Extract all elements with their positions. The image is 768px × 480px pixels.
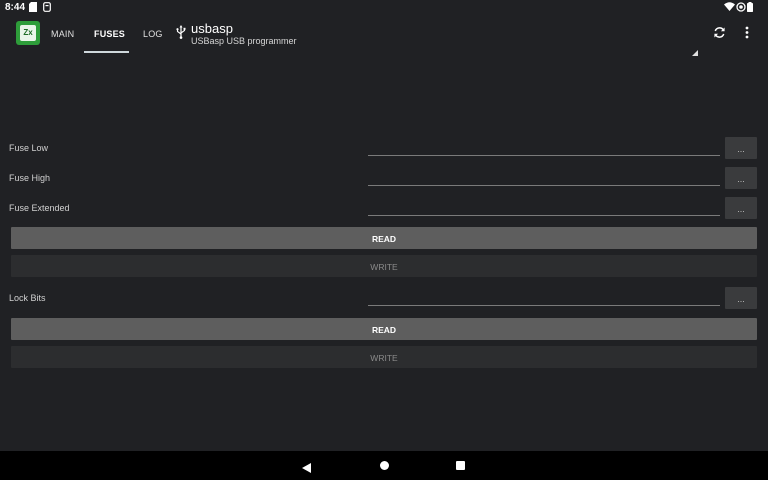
tab-indicator <box>84 51 129 53</box>
battery-icon <box>747 2 753 15</box>
lock-write-button[interactable]: WRITE <box>11 346 757 368</box>
brightness-icon <box>736 2 746 15</box>
spinner-arrow-icon[interactable] <box>692 43 698 61</box>
wifi-icon <box>724 2 735 14</box>
fuse-extended-picker-button[interactable]: ... <box>725 197 757 219</box>
lock-bits-label: Lock Bits <box>9 293 46 303</box>
tab-log[interactable]: LOG <box>143 15 163 53</box>
home-icon[interactable] <box>380 461 389 470</box>
device-description: USBasp USB programmer <box>191 36 297 46</box>
fuse-low-field[interactable] <box>368 135 720 156</box>
fuse-high-field[interactable] <box>368 165 720 186</box>
toolbar: Zx MAIN FUSES LOG usbasp USBasp USB prog… <box>0 15 768 56</box>
back-icon[interactable] <box>302 460 311 478</box>
usb-icon <box>176 25 186 44</box>
sd-card-icon <box>43 2 51 15</box>
fuses-write-button[interactable]: WRITE <box>11 255 757 277</box>
status-time: 8:44 <box>5 2 26 13</box>
app-logo-text: Zx <box>20 25 36 41</box>
fuse-extended-label: Fuse Extended <box>9 203 70 213</box>
lock-read-button[interactable]: READ <box>11 318 757 340</box>
tab-fuses[interactable]: FUSES <box>94 15 125 53</box>
fuse-extended-field[interactable] <box>368 195 720 216</box>
lock-bits-field[interactable] <box>368 285 720 306</box>
device-name: usbasp <box>191 21 233 36</box>
lock-bits-picker-button[interactable]: ... <box>725 287 757 309</box>
status-bar: 8:44 <box>0 0 768 15</box>
navigation-bar <box>0 451 768 480</box>
sim-card-icon <box>29 2 37 15</box>
tab-main[interactable]: MAIN <box>51 15 74 53</box>
app-logo: Zx <box>16 21 40 45</box>
more-vert-icon[interactable] <box>745 26 749 44</box>
screen: 8:44 Zx MAIN FUSES LOG usbasp USBasp USB… <box>0 0 768 480</box>
refresh-icon[interactable] <box>713 26 726 44</box>
fuse-low-label: Fuse Low <box>9 143 49 153</box>
fuse-low-picker-button[interactable]: ... <box>725 137 757 159</box>
fuse-high-picker-button[interactable]: ... <box>725 167 757 189</box>
fuses-read-button[interactable]: READ <box>11 227 757 249</box>
fuse-high-label: Fuse High <box>9 173 51 183</box>
recents-icon[interactable] <box>456 461 465 470</box>
